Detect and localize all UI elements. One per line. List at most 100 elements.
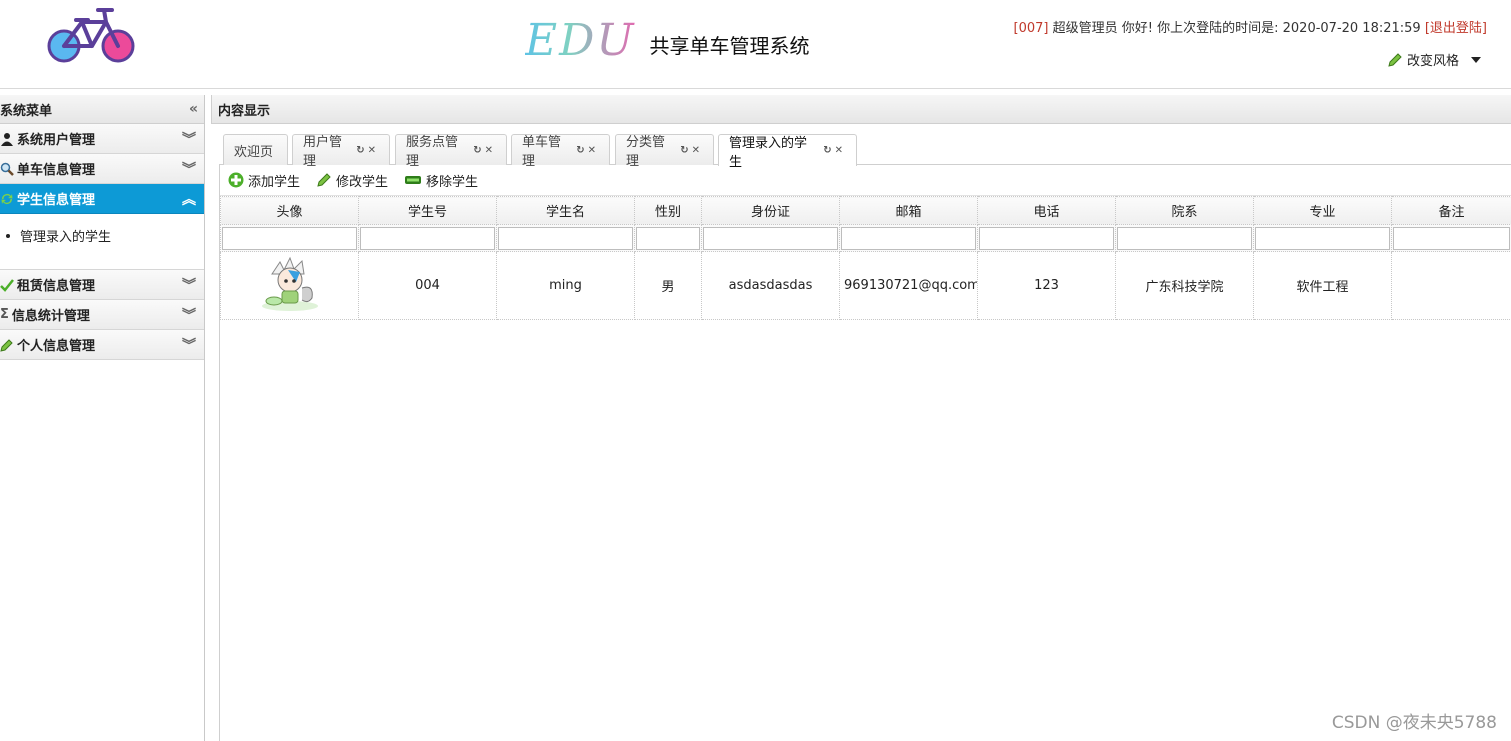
filter-input[interactable] bbox=[703, 226, 838, 250]
sidebar-item-system-users[interactable]: 系统用户管理 ︾ bbox=[0, 124, 204, 154]
filter-input[interactable] bbox=[636, 226, 700, 250]
filter-input[interactable] bbox=[360, 226, 495, 250]
add-student-button[interactable]: 添加学生 bbox=[228, 171, 300, 190]
tab-category-management[interactable]: 分类管理 ↻✕ bbox=[615, 134, 714, 169]
cell-remark bbox=[1391, 251, 1511, 320]
cell-student-name: ming bbox=[496, 251, 635, 320]
theme-label: 改变风格 bbox=[1406, 54, 1459, 69]
filter-input[interactable] bbox=[1393, 226, 1510, 250]
sidebar-item-statistics[interactable]: Σ 信息统计管理 ︾ bbox=[0, 300, 204, 330]
login-info: [007] 超级管理员 你好! 你上次登陆的时间是: 2020-07-20 18… bbox=[1014, 17, 1487, 36]
tab-label: 管理录入的学生 bbox=[729, 135, 808, 170]
tab-welcome[interactable]: 欢迎页 bbox=[223, 134, 288, 165]
user-code: [007] bbox=[1013, 21, 1049, 36]
bicycle-logo-icon bbox=[47, 8, 135, 63]
tab-refresh-close-icon[interactable]: ↻✕ bbox=[823, 145, 846, 156]
column-header[interactable]: 邮箱 bbox=[839, 196, 978, 225]
header-divider bbox=[0, 88, 1511, 89]
cell-department: 广东科技学院 bbox=[1115, 251, 1254, 320]
sidebar-title: 系统菜单 bbox=[0, 103, 53, 119]
column-header[interactable]: 头像 bbox=[220, 196, 359, 225]
tab-refresh-close-icon[interactable]: ↻✕ bbox=[356, 145, 379, 156]
tab-user-management[interactable]: 用户管理 ↻✕ bbox=[292, 134, 390, 169]
bullet-icon bbox=[6, 233, 10, 238]
tab-bike-management[interactable]: 单车管理 ↻✕ bbox=[511, 134, 610, 169]
tab-refresh-close-icon[interactable]: ↻✕ bbox=[576, 145, 599, 156]
main-panel: 内容显示 欢迎页 用户管理 ↻✕ 服务点管理 ↻✕ 单车管理 ↻✕ 分类管理 ↻… bbox=[211, 95, 1511, 741]
sidebar-item-personal-info[interactable]: 个人信息管理 ︾ bbox=[0, 330, 204, 360]
expand-icon: ︾ bbox=[182, 277, 196, 294]
add-student-label: 添加学生 bbox=[248, 174, 301, 190]
greeting-text: 超级管理员 你好! 你上次登陆的时间是: 2020-07-20 18:21:59 bbox=[1052, 21, 1421, 36]
minus-icon bbox=[405, 176, 422, 184]
sidebar-item-student-info[interactable]: 学生信息管理 ︽ bbox=[0, 184, 204, 214]
tab-label: 单车管理 bbox=[522, 135, 562, 169]
tab-label: 用户管理 bbox=[303, 135, 343, 169]
column-header[interactable]: 院系 bbox=[1115, 196, 1254, 225]
column-header[interactable]: 学生号 bbox=[358, 196, 497, 225]
watermark: CSDN @夜未央5788 bbox=[1331, 713, 1497, 733]
column-header[interactable]: 学生名 bbox=[496, 196, 635, 225]
submenu-item-manage-students[interactable]: 管理录入的学生 bbox=[6, 226, 204, 245]
filter-input[interactable] bbox=[841, 226, 976, 250]
expand-icon: ︾ bbox=[182, 337, 196, 354]
expand-icon: ︾ bbox=[182, 131, 196, 148]
main-title: 内容显示 bbox=[218, 103, 271, 119]
pencil-icon bbox=[1388, 52, 1402, 67]
brand: EDU 共享单车管理系统 bbox=[525, 10, 809, 70]
student-table: 头像 学生号 学生名 性别 身份证 邮箱 电话 院系 专业 备注 004 min… bbox=[220, 196, 1511, 320]
sidebar-item-label: 系统用户管理 bbox=[17, 133, 96, 148]
filter-input[interactable] bbox=[222, 226, 357, 250]
table-row[interactable]: 004 ming 男 asdasdasdas 969130721@qq.coma… bbox=[220, 251, 1511, 320]
table-header-row: 头像 学生号 学生名 性别 身份证 邮箱 电话 院系 专业 备注 bbox=[220, 196, 1511, 225]
tab-service-point[interactable]: 服务点管理 ↻✕ bbox=[395, 134, 507, 169]
avatar bbox=[261, 256, 318, 311]
cell-id-card: asdasdasdas bbox=[701, 251, 840, 320]
edit-student-button[interactable]: 修改学生 bbox=[316, 171, 388, 190]
cell-gender: 男 bbox=[634, 251, 702, 320]
tab-manage-students[interactable]: 管理录入的学生 ↻✕ bbox=[718, 134, 857, 170]
tab-refresh-close-icon[interactable]: ↻✕ bbox=[680, 145, 703, 156]
submenu-label: 管理录入的学生 bbox=[20, 230, 112, 245]
caret-down-icon bbox=[1471, 56, 1481, 63]
filter-input[interactable] bbox=[979, 226, 1114, 250]
column-header[interactable]: 备注 bbox=[1391, 196, 1511, 225]
collapse-left-icon[interactable]: « bbox=[189, 101, 198, 117]
sidebar-item-rental-info[interactable]: 租赁信息管理 ︾ bbox=[0, 270, 204, 300]
app-header: EDU 共享单车管理系统 [007] 超级管理员 你好! 你上次登陆的时间是: … bbox=[0, 0, 1511, 90]
filter-input[interactable] bbox=[1117, 226, 1252, 250]
sidebar-item-label: 学生信息管理 bbox=[17, 193, 96, 208]
check-icon bbox=[0, 278, 14, 292]
sidebar-item-label: 个人信息管理 bbox=[17, 339, 96, 354]
brand-edu: EDU bbox=[525, 14, 636, 66]
sidebar-item-label: 单车信息管理 bbox=[17, 163, 96, 178]
sidebar-item-label: 信息统计管理 bbox=[11, 309, 90, 324]
column-header[interactable]: 专业 bbox=[1253, 196, 1392, 225]
expand-icon: ︾ bbox=[182, 161, 196, 178]
tab-content: 添加学生 修改学生 移除学生 头像 学生号 学生名 性别 身份证 邮箱 电话 院… bbox=[219, 165, 1511, 741]
column-header[interactable]: 性别 bbox=[634, 196, 702, 225]
user-icon bbox=[1, 132, 13, 146]
sidebar: 系统菜单 « 系统用户管理 ︾ 单车信息管理 ︾ 学生信息管理 ︽ 管理录入的学… bbox=[0, 95, 205, 741]
tab-refresh-close-icon[interactable]: ↻✕ bbox=[473, 145, 496, 156]
filter-input[interactable] bbox=[498, 226, 633, 250]
brand-title: 共享单车管理系统 bbox=[649, 33, 810, 58]
logout-link[interactable]: [退出登陆] bbox=[1425, 21, 1487, 36]
collapse-icon: ︽ bbox=[182, 191, 196, 208]
filter-input[interactable] bbox=[1255, 226, 1390, 250]
refresh-icon bbox=[1, 193, 13, 204]
tab-bar: 欢迎页 用户管理 ↻✕ 服务点管理 ↻✕ 单车管理 ↻✕ 分类管理 ↻✕ 管理录… bbox=[219, 131, 1511, 170]
plus-icon bbox=[228, 172, 244, 188]
pencil-icon bbox=[0, 338, 13, 352]
remove-student-button[interactable]: 移除学生 bbox=[404, 171, 478, 190]
main-header: 内容显示 bbox=[211, 95, 1511, 124]
tab-label: 分类管理 bbox=[626, 135, 666, 169]
column-header[interactable]: 身份证 bbox=[701, 196, 840, 225]
cell-student-id: 004 bbox=[358, 251, 497, 320]
cell-email: 969130721@qq.comas bbox=[839, 251, 978, 320]
column-header[interactable]: 电话 bbox=[977, 196, 1116, 225]
theme-switch-button[interactable]: 改变风格 bbox=[1387, 50, 1481, 69]
sidebar-item-label: 租赁信息管理 bbox=[17, 279, 96, 294]
avatar-cell bbox=[220, 251, 359, 320]
sidebar-item-bike-info[interactable]: 单车信息管理 ︾ bbox=[0, 154, 204, 184]
